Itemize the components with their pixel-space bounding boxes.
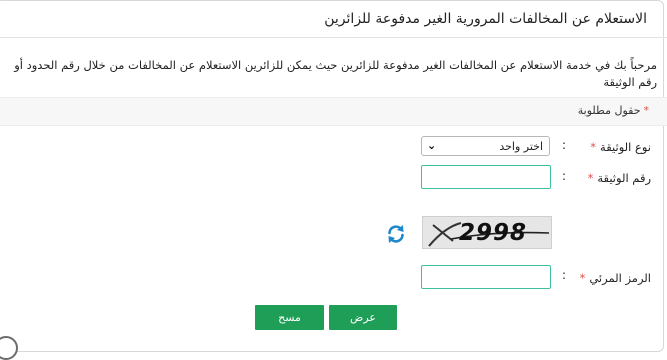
clear-button[interactable]: مسح [255,305,324,330]
code-label-text: الرمز المرئي [589,271,651,285]
panel-header: الاستعلام عن المخالفات المرورية الغير مد… [0,0,667,38]
captcha-input[interactable] [421,265,551,289]
captcha-text: 2998 [459,220,528,246]
captcha-image: 2998 [422,216,552,249]
chat-bubble-icon[interactable] [0,336,18,360]
doc-type-select[interactable]: ⌄ اختر واحد [421,136,550,156]
colon: : [562,138,567,152]
required-star: * [643,104,650,117]
code-label: الرمز المرئي* [580,271,651,285]
doc-type-selected: اختر واحد [499,140,543,153]
required-star: * [587,171,594,185]
doc-number-label: رقم الوثيقة* [588,171,651,185]
required-note: *حقول مطلوبة [578,104,649,117]
refresh-icon[interactable] [386,224,406,244]
page-title: الاستعلام عن المخالفات المرورية الغير مد… [324,11,647,27]
chevron-down-icon: ⌄ [427,139,437,152]
colon: : [562,169,567,183]
required-fields-row: *حقول مطلوبة [0,97,667,126]
doc-number-input[interactable] [421,165,551,189]
required-star: * [579,271,586,285]
doc-type-label-text: نوع الوثيقة [600,140,651,154]
doc-type-label: نوع الوثيقة* [590,140,651,154]
intro-text: مرحباً بك في خدمة الاستعلام عن المخالفات… [14,58,657,89]
colon: : [562,268,567,282]
doc-number-label-text: رقم الوثيقة [597,171,651,185]
required-note-text: حقول مطلوبة [577,104,641,117]
required-star: * [590,140,597,154]
view-button[interactable]: عرض [329,305,397,330]
